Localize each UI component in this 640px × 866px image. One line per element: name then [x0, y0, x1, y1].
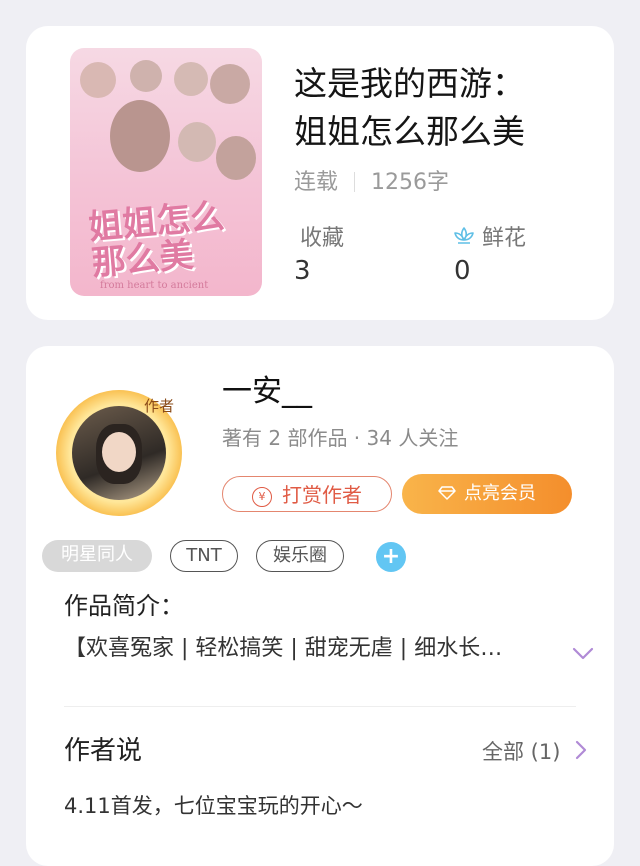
author-say-text: 4.11首发，七位宝宝玩的开心～ — [64, 794, 363, 818]
cover-figure — [80, 62, 116, 98]
favorites-value: 3 — [294, 256, 311, 286]
add-tag-button[interactable]: + — [376, 542, 406, 572]
cover-figure — [210, 64, 250, 104]
book-meta: 连载 1256字 — [294, 164, 449, 196]
author-badge: 作者 — [143, 397, 174, 415]
vip-button[interactable]: 点亮会员 — [402, 474, 572, 514]
cover-figure — [216, 136, 256, 180]
cover-figure — [178, 122, 216, 162]
tag-item[interactable]: 明星同人 — [42, 540, 152, 572]
flower-icon — [454, 227, 474, 244]
chevron-right-icon[interactable] — [574, 739, 588, 761]
book-cover[interactable]: 姐姐怎么 那么美 from heart to ancient — [70, 48, 262, 296]
vip-button-label: 点亮会员 — [464, 483, 536, 504]
chevron-down-icon[interactable] — [572, 646, 594, 662]
intro-label: 作品简介： — [64, 592, 184, 620]
flowers-stat[interactable]: 鲜花 — [452, 220, 526, 252]
divider — [64, 706, 576, 707]
all-comments-link[interactable]: 全部 (1) — [482, 736, 560, 766]
cover-subtitle: from heart to ancient — [100, 280, 209, 291]
tag-item[interactable]: 娱乐圈 — [256, 540, 344, 572]
author-card: 作者 一安__ 著有 2 部作品 · 34 人关注 ¥ 打赏作者 点亮会员 明星同… — [26, 346, 614, 866]
favorites-label: 收藏 — [300, 226, 345, 251]
author-name[interactable]: 一安__ — [222, 366, 312, 410]
tag-item[interactable]: TNT — [170, 540, 238, 572]
author-info: 著有 2 部作品 · 34 人关注 — [222, 426, 459, 450]
flowers-label: 鲜花 — [482, 226, 527, 251]
book-status: 连载 — [294, 170, 339, 195]
reward-author-button[interactable]: ¥ 打赏作者 — [222, 476, 392, 512]
diamond-icon — [438, 486, 456, 500]
meta-divider — [354, 172, 356, 192]
yen-icon: ¥ — [252, 487, 272, 507]
book-title: 这是我的西游： 姐姐怎么那么美 — [294, 64, 525, 151]
cover-title: 姐姐怎么 那么美 — [86, 196, 226, 284]
avatar — [72, 406, 166, 500]
intro-text[interactable]: 【欢喜冤家 | 轻松搞笑 | 甜宠无虐 | 细水长… — [64, 630, 564, 662]
author-avatar[interactable]: 作者 — [56, 390, 182, 516]
avatar-face — [102, 432, 136, 472]
cover-figure — [110, 100, 170, 172]
cover-figure — [130, 60, 162, 92]
cover-figure — [174, 62, 208, 96]
word-count: 1256字 — [371, 170, 450, 195]
flowers-value: 0 — [454, 256, 471, 286]
author-say-label: 作者说 — [64, 736, 143, 766]
book-card: 姐姐怎么 那么美 from heart to ancient 这是我的西游： 姐… — [26, 26, 614, 320]
reward-button-label: 打赏作者 — [282, 483, 362, 507]
